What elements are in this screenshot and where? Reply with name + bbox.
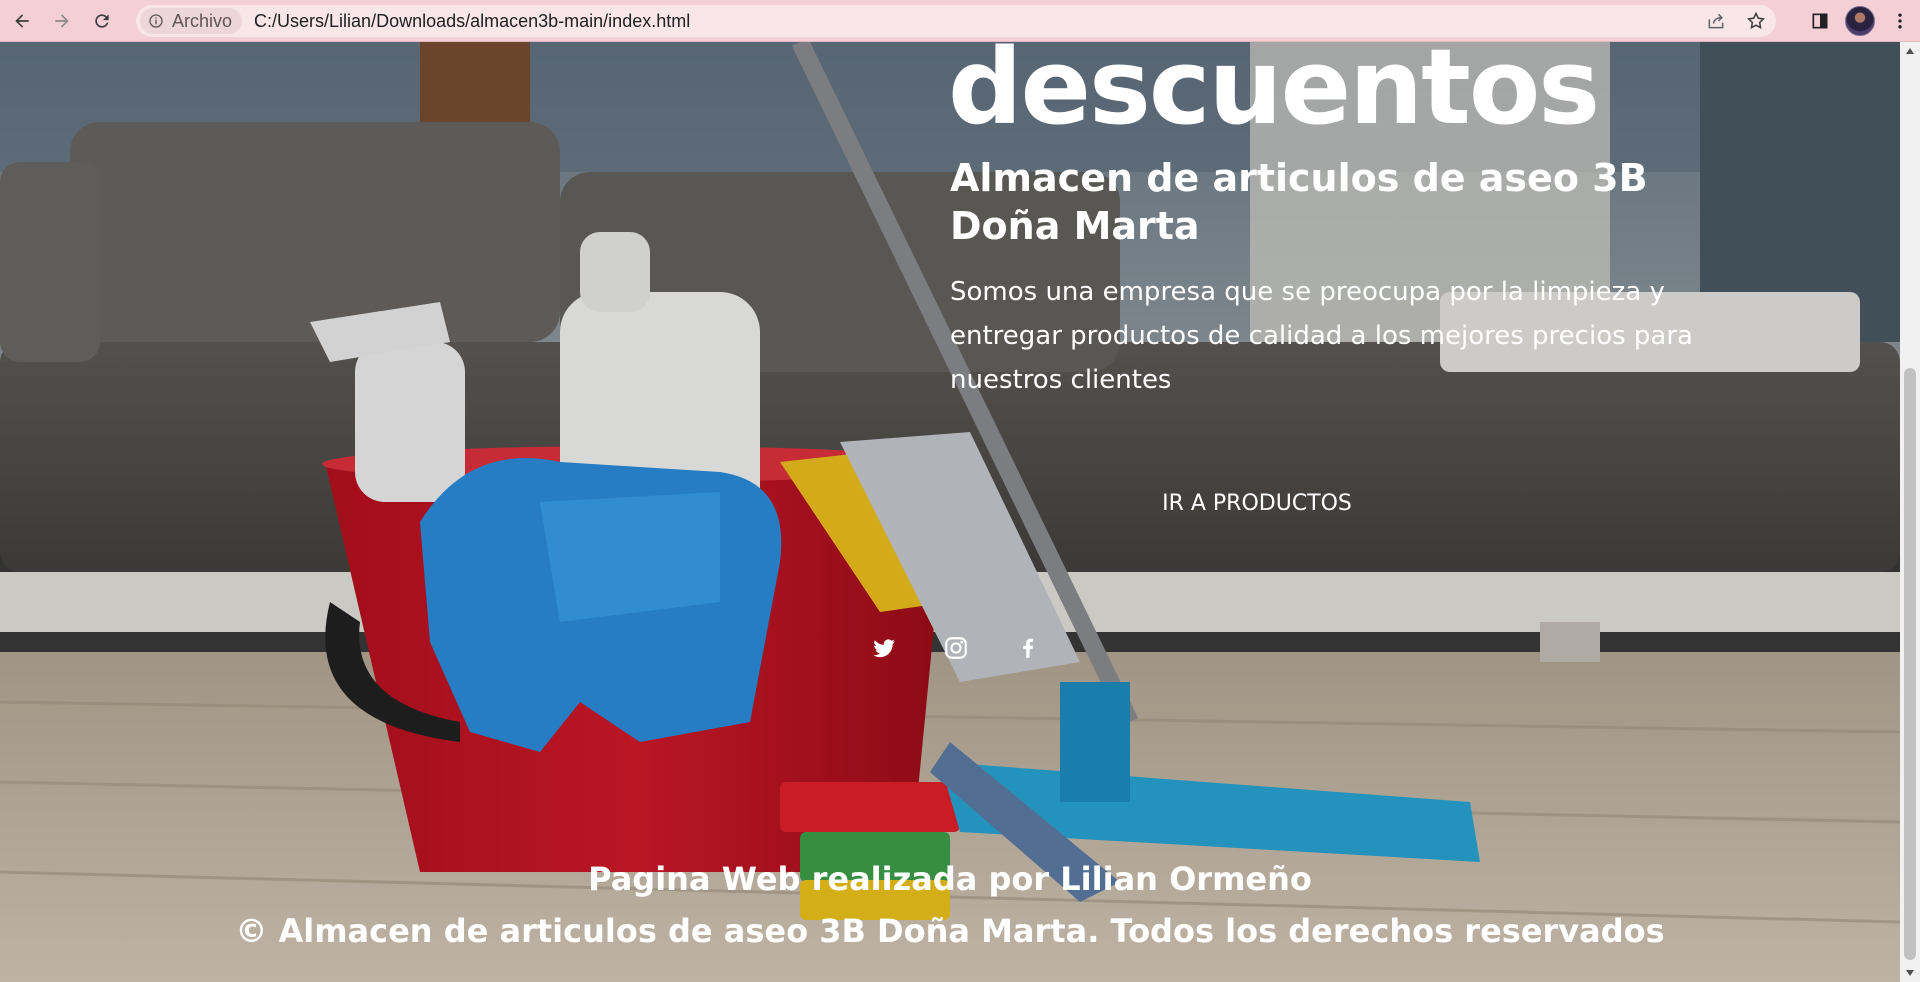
info-icon [149, 14, 163, 28]
share-icon [1708, 13, 1724, 29]
arrow-left-icon [15, 13, 29, 28]
arrow-right-icon [55, 13, 69, 28]
scrollbar-thumb[interactable] [1904, 368, 1916, 960]
profile-button[interactable] [1840, 0, 1880, 42]
menu-button[interactable] [1880, 0, 1920, 42]
caret-up-icon [1906, 48, 1914, 54]
hero-subtitle: Almacen de articulos de aseo 3B Doña Mar… [950, 156, 1648, 248]
scroll-up-button[interactable] [1900, 42, 1920, 60]
page-scrollbar[interactable] [1900, 42, 1920, 982]
facebook-icon [1023, 638, 1034, 658]
footer-copyright: © Almacen de articulos de aseo 3B Doña M… [235, 912, 1665, 950]
instagram-link[interactable] [942, 634, 970, 662]
social-links [870, 634, 1042, 662]
kebab-menu-icon [1898, 13, 1902, 29]
side-panel-icon [1812, 13, 1828, 29]
back-button[interactable] [4, 3, 40, 39]
browser-toolbar: Archivo C:/Users/Lilian/Downloads/almace… [0, 0, 1920, 42]
site-chip-label: Archivo [172, 10, 233, 31]
facebook-link[interactable] [1014, 634, 1042, 662]
address-bar[interactable]: Archivo C:/Users/Lilian/Downloads/almace… [136, 5, 1776, 37]
forward-button[interactable] [44, 3, 80, 39]
avatar [1845, 6, 1875, 36]
share-button[interactable] [1696, 5, 1736, 37]
site-info-chip[interactable]: Archivo [140, 8, 243, 34]
caret-down-icon [1906, 970, 1914, 976]
scroll-down-button[interactable] [1900, 964, 1920, 982]
side-panel-button[interactable] [1800, 0, 1840, 42]
instagram-icon [945, 637, 967, 659]
twitter-icon [873, 639, 895, 658]
reload-icon [95, 13, 109, 28]
ir-a-productos-button[interactable]: IR A PRODUCTOS [1092, 478, 1422, 528]
twitter-link[interactable] [870, 634, 898, 662]
footer-credit: Pagina Web realizada por Lilian Ormeño [588, 860, 1312, 898]
page-viewport: descuentos Almacen de articulos de aseo … [0, 42, 1900, 982]
star-icon [1747, 11, 1765, 29]
reload-button[interactable] [84, 3, 120, 39]
bookmark-button[interactable] [1736, 5, 1776, 37]
url-text[interactable]: C:/Users/Lilian/Downloads/almacen3b-main… [254, 11, 690, 32]
hero-description: Somos una empresa que se preocupa por la… [950, 277, 1693, 395]
hero-title: descuentos [948, 42, 1600, 148]
